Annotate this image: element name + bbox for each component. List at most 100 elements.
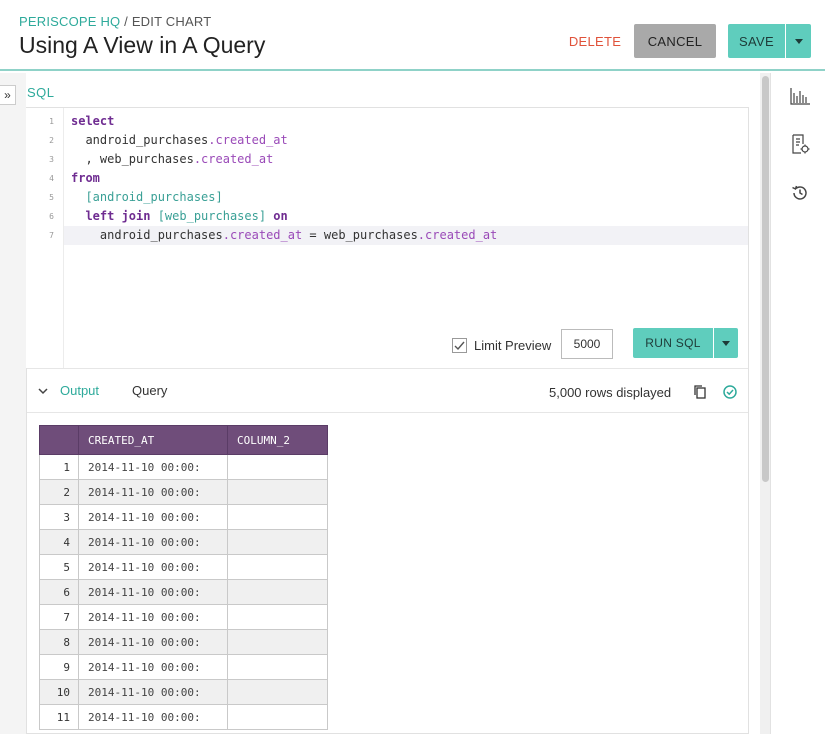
scrollbar-thumb[interactable] [762,76,769,482]
row-index-cell: 5 [39,554,79,580]
table-cell [227,579,328,605]
breadcrumb-link[interactable]: PERISCOPE HQ [19,14,120,29]
code-token: on [266,209,288,223]
table-row[interactable]: 3 2014-11-10 00:00: [39,504,328,530]
results-table: CREATED_AT COLUMN_2 1 2014-11-10 00:00: 2 2… [39,425,328,730]
breadcrumb: PERISCOPE HQ / EDIT CHART [19,14,211,29]
table-cell: 2014-11-10 00:00: [78,629,228,655]
right-sidebar [770,73,825,734]
row-index-cell: 1 [39,454,79,480]
cancel-button[interactable]: CANCEL [634,24,716,58]
save-dropdown-button[interactable] [786,24,811,58]
page-header: PERISCOPE HQ / EDIT CHART Using A View i… [0,0,825,71]
column-header[interactable]: CREATED_AT [78,425,228,455]
page-title: Using A View in A Query [19,32,266,58]
table-row[interactable]: 8 2014-11-10 00:00: [39,629,328,655]
chevron-down-icon[interactable] [38,384,48,403]
table-cell [227,629,328,655]
code-token: .created_at [222,228,303,242]
table-cell: 2014-11-10 00:00: [78,479,228,505]
row-index-cell: 4 [39,529,79,555]
code-line[interactable]: [android_purchases] [71,190,223,204]
tab-output[interactable]: Output [60,383,99,398]
delete-button[interactable]: DELETE [562,24,628,58]
code-token: left join [71,209,158,223]
code-token: android_purchases [71,133,209,147]
table-cell: 2014-11-10 00:00: [78,504,228,530]
table-row[interactable]: 7 2014-11-10 00:00: [39,604,328,630]
line-number: 6 [49,212,54,221]
code-line[interactable]: android_purchases.created_at [71,133,288,147]
code-line[interactable]: select [71,114,114,128]
row-index-cell: 11 [39,704,79,730]
row-index-cell: 9 [39,654,79,680]
code-line[interactable]: android_purchases.created_at = web_purch… [71,228,497,242]
limit-preview-input[interactable] [561,329,613,359]
code-token: .created_at [193,152,274,166]
table-header-row: CREATED_AT COLUMN_2 [39,425,328,455]
code-token: from [71,171,100,185]
checkmark-icon [454,341,465,351]
rows-displayed-count: 5,000 rows displayed [549,385,672,400]
code-token: .created_at [417,228,498,242]
table-cell [227,479,328,505]
code-line[interactable]: , web_purchases.created_at [71,152,273,166]
limit-preview-checkbox[interactable] [452,338,467,353]
code-token: .created_at [208,133,288,147]
table-cell: 2014-11-10 00:00: [78,579,228,605]
table-row[interactable]: 10 2014-11-10 00:00: [39,679,328,705]
expand-panel-button[interactable]: » [0,85,16,105]
line-number: 3 [49,155,54,164]
line-number: 7 [49,231,54,240]
success-check-icon [722,384,738,405]
line-number: 2 [49,136,54,145]
table-cell: 2014-11-10 00:00: [78,704,228,730]
save-button[interactable]: SAVE [728,24,785,58]
table-row[interactable]: 5 2014-11-10 00:00: [39,554,328,580]
left-gutter [0,73,26,734]
code-line[interactable]: from [71,171,100,185]
code-token: [web_purchases] [157,209,267,223]
line-number: 5 [49,193,54,202]
tab-query[interactable]: Query [132,383,167,398]
table-cell [227,604,328,630]
table-row[interactable]: 9 2014-11-10 00:00: [39,654,328,680]
row-index-header [39,425,79,455]
breadcrumb-current: EDIT CHART [131,14,212,29]
row-index-cell: 6 [39,579,79,605]
table-row[interactable]: 11 2014-11-10 00:00: [39,704,328,730]
table-cell [227,504,328,530]
copy-icon[interactable] [692,384,708,405]
table-cell [227,654,328,680]
history-icon[interactable] [788,181,812,205]
code-token: = web_purchases [302,228,418,242]
limit-preview-label: Limit Preview [474,338,552,353]
table-row[interactable]: 6 2014-11-10 00:00: [39,579,328,605]
line-number: 4 [49,174,54,183]
table-cell: 2014-11-10 00:00: [78,554,228,580]
code-token: select [71,114,115,128]
table-cell: 2014-11-10 00:00: [78,454,228,480]
row-index-cell: 10 [39,679,79,705]
line-number: 1 [49,117,54,126]
caret-down-icon [722,340,730,346]
table-row[interactable]: 1 2014-11-10 00:00: [39,454,328,480]
chart-settings-icon[interactable] [788,132,812,156]
bar-chart-icon[interactable] [788,84,812,108]
row-index-cell: 2 [39,479,79,505]
row-index-cell: 7 [39,604,79,630]
sql-section-label: SQL [27,85,55,100]
run-sql-dropdown-button[interactable] [714,328,738,358]
code-line[interactable]: left join [web_purchases] on [71,209,288,223]
run-sql-button[interactable]: RUN SQL [633,328,713,358]
table-cell: 2014-11-10 00:00: [78,679,228,705]
table-cell [227,529,328,555]
table-cell [227,704,328,730]
table-cell [227,679,328,705]
table-cell [227,454,328,480]
table-row[interactable]: 4 2014-11-10 00:00: [39,529,328,555]
column-header[interactable]: COLUMN_2 [227,425,328,455]
table-cell: 2014-11-10 00:00: [78,529,228,555]
table-row[interactable]: 2 2014-11-10 00:00: [39,479,328,505]
code-token: [android_purchases] [71,190,223,204]
